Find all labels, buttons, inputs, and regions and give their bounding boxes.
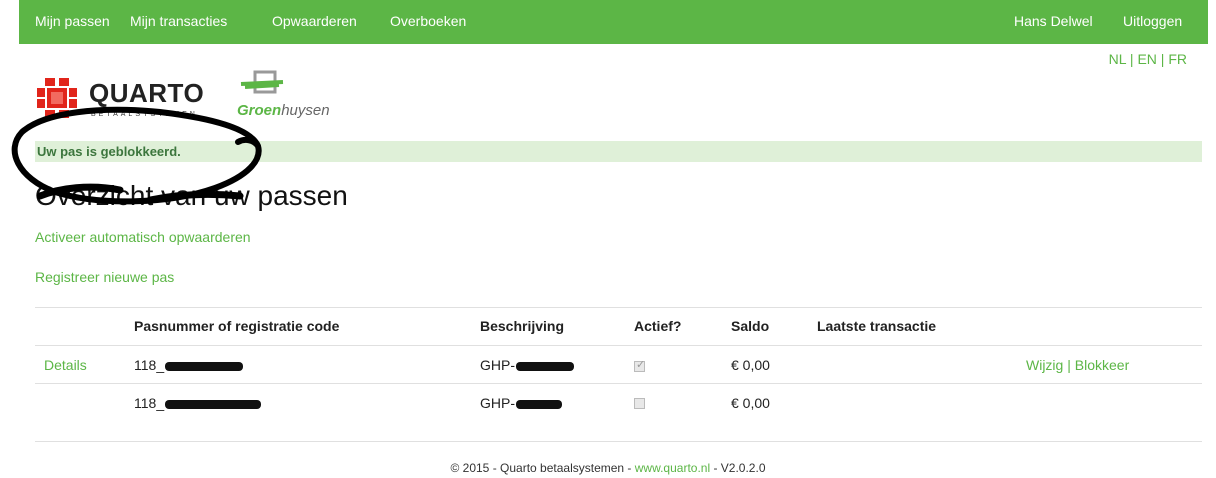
redaction-mark bbox=[165, 399, 262, 409]
nav-overboeken[interactable]: Overboeken bbox=[390, 13, 466, 29]
col-header-actief: Actief? bbox=[634, 318, 682, 334]
language-switcher: NL | EN | FR bbox=[1109, 51, 1187, 67]
edit-link[interactable]: Wijzig bbox=[1026, 357, 1063, 373]
register-new-card-link[interactable]: Registreer nieuwe pas bbox=[35, 269, 174, 285]
groenhuysen-logo-text: Groenhuysen bbox=[237, 102, 330, 119]
footer-copyright: © 2015 - Quarto betaalsystemen - bbox=[450, 461, 635, 475]
nav-mijn-transacties[interactable]: Mijn transacties bbox=[130, 13, 227, 29]
lang-fr-link[interactable]: FR bbox=[1168, 51, 1187, 67]
card-number-cell: 118_ bbox=[134, 357, 244, 373]
nav-user-name[interactable]: Hans Delwel bbox=[1014, 13, 1093, 29]
nav-logout[interactable]: Uitloggen bbox=[1123, 13, 1182, 29]
description-cell: GHP- bbox=[480, 357, 574, 373]
block-link[interactable]: Blokkeer bbox=[1075, 357, 1129, 373]
col-header-saldo: Saldo bbox=[731, 318, 770, 334]
alert-success: Uw pas is geblokkeerd. bbox=[35, 141, 1202, 162]
lang-separator: | bbox=[1160, 51, 1165, 67]
redaction-mark bbox=[165, 361, 244, 371]
table-bottom-border bbox=[35, 441, 1202, 442]
card-number-cell: 118_ bbox=[134, 395, 262, 411]
col-header-laatste-transactie: Laatste transactie bbox=[817, 318, 937, 334]
col-header-beschrijving: Beschrijving bbox=[480, 318, 565, 334]
footer: © 2015 - Quarto betaalsystemen - www.qua… bbox=[0, 461, 1216, 475]
nav-mijn-passen[interactable]: Mijn passen bbox=[35, 13, 110, 29]
redaction-mark bbox=[516, 399, 562, 409]
balance-cell: € 0,00 bbox=[731, 357, 770, 373]
description-cell: GHP- bbox=[480, 395, 562, 411]
action-separator: | bbox=[1067, 357, 1071, 373]
col-header-pasnummer: Pasnummer of registratie code bbox=[134, 318, 340, 334]
top-navbar: Mijn passen Mijn transacties Opwaarderen… bbox=[19, 0, 1208, 44]
checkmark-icon: ✓ bbox=[636, 359, 646, 371]
lang-en-link[interactable]: EN bbox=[1137, 51, 1156, 67]
balance-cell: € 0,00 bbox=[731, 395, 770, 411]
groenhuysen-logo-icon bbox=[240, 70, 284, 94]
redaction-mark bbox=[516, 361, 574, 371]
page-title: Overzicht van uw passen bbox=[35, 180, 348, 211]
active-checkbox bbox=[634, 398, 645, 409]
nav-opwaarderen[interactable]: Opwaarderen bbox=[272, 13, 357, 29]
lang-nl-link[interactable]: NL bbox=[1109, 51, 1126, 67]
alert-text: Uw pas is geblokkeerd. bbox=[37, 144, 181, 159]
row-actions: Wijzig | Blokkeer bbox=[1026, 357, 1129, 373]
active-checkbox: ✓ bbox=[634, 359, 646, 372]
quarto-logo-icon bbox=[37, 78, 77, 118]
footer-version: - V2.0.2.0 bbox=[710, 461, 766, 475]
table-header-border bbox=[35, 345, 1202, 346]
lang-separator: | bbox=[1129, 51, 1134, 67]
table-top-border bbox=[35, 307, 1202, 308]
quarto-logo-text: QUARTO bbox=[89, 78, 205, 108]
footer-website-link[interactable]: www.quarto.nl bbox=[635, 461, 710, 475]
details-link[interactable]: Details bbox=[44, 357, 87, 373]
quarto-logo-tagline: BETAALSYSTEMEN bbox=[91, 111, 198, 118]
row-divider bbox=[35, 383, 1202, 384]
activate-auto-topup-link[interactable]: Activeer automatisch opwaarderen bbox=[35, 229, 251, 245]
